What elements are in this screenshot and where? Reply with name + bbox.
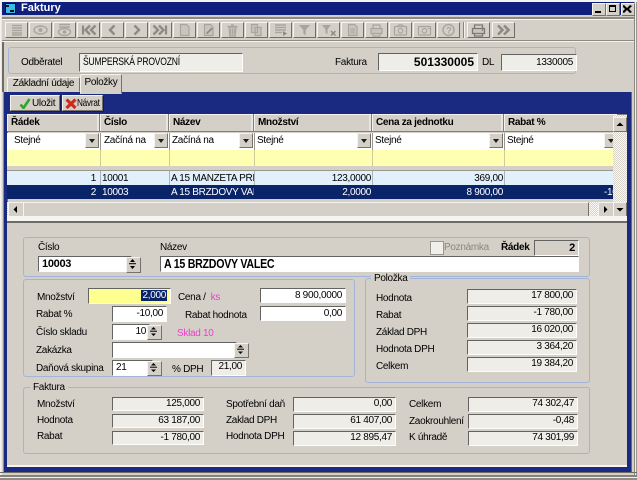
svg-text:?: ? (446, 26, 451, 36)
